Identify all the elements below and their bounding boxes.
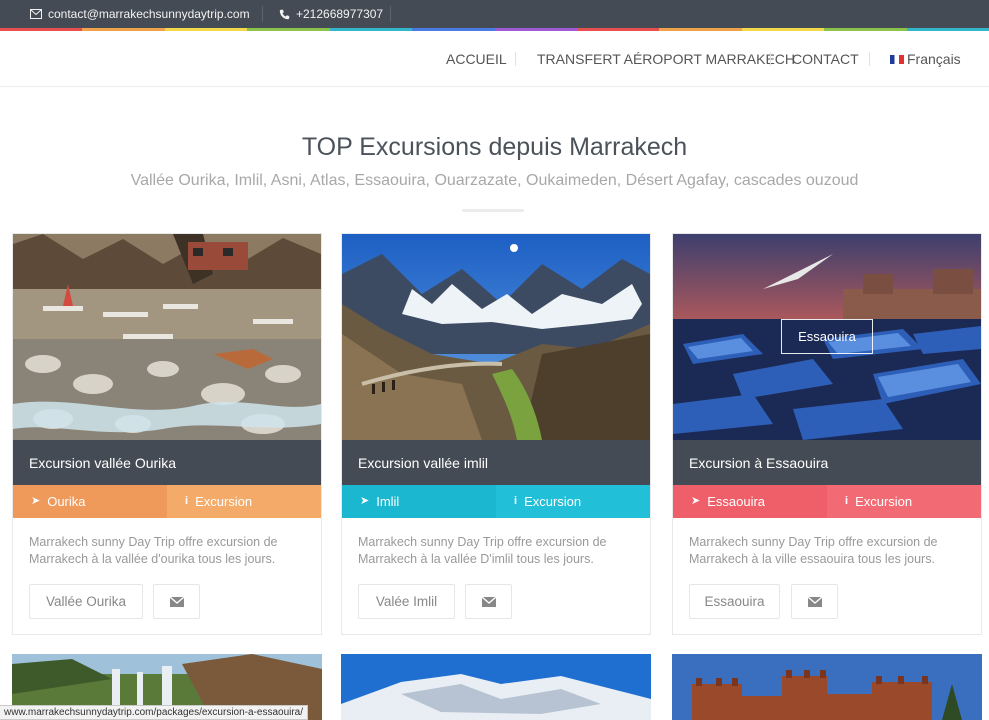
type-label: Excursion <box>855 494 913 509</box>
divider <box>262 6 263 22</box>
ourika-valley-photo[interactable] <box>13 234 321 440</box>
page-subtitle: Vallée Ourika, Imlil, Asni, Atlas, Essao… <box>130 172 859 189</box>
card-title[interactable]: Excursion vallée imlil <box>342 440 650 485</box>
phone-text: +212668977307 <box>296 7 384 21</box>
card-title[interactable]: Excursion à Essaouira <box>673 440 981 485</box>
card-meta: ➤ Ourika i Excursion <box>13 485 321 518</box>
phone-icon <box>279 9 290 19</box>
type-label: Excursion <box>195 494 253 509</box>
type-tag[interactable]: i Excursion <box>496 485 650 518</box>
nav-transfert-aeroport[interactable]: TRANSFERT AÉROPORT MARRAKECH <box>537 51 795 67</box>
excursion-card-imlil: Excursion vallée imlil ➤ Imlil i Excursion… <box>341 233 651 635</box>
envelope-icon <box>481 596 496 607</box>
french-flag-icon <box>890 55 904 64</box>
location-label: Ourika <box>47 494 86 509</box>
nav-accueil[interactable]: ACCUEIL <box>446 51 507 67</box>
card-description: Marrakech sunny Day Trip offre excursion… <box>29 535 278 566</box>
page-title: TOP Excursions depuis Marrakech <box>301 133 688 161</box>
card-title[interactable]: Excursion vallée Ourika <box>13 440 321 485</box>
location-label: Imlil <box>376 494 400 509</box>
location-tag[interactable]: ➤ Essaouira <box>673 485 827 518</box>
top-contact-bar: contact@marrakechsunnydaytrip.com +21266… <box>0 0 989 28</box>
card-description: Marrakech sunny Day Trip offre excursion… <box>689 535 938 566</box>
location-tag[interactable]: ➤ Ourika <box>13 485 167 518</box>
info-icon: i <box>845 495 849 507</box>
essaouira-image-label[interactable]: Essaouira <box>781 319 873 354</box>
imlil-details-button[interactable]: Valée Imlil <box>358 584 455 619</box>
essaouira-details-button[interactable]: Essaouira <box>689 584 780 619</box>
excursion-card-essaouira: Essaouira Excursion à Essaouira ➤ Essaoui… <box>672 233 982 635</box>
location-arrow-icon: ➤ <box>691 495 701 507</box>
browser-status-url: www.marrakechsunnydaytrip.com/packages/e… <box>0 705 309 720</box>
type-label: Excursion <box>524 494 582 509</box>
title-underline <box>462 209 524 212</box>
envelope-icon <box>30 9 42 19</box>
language-label: Français <box>907 51 961 67</box>
type-tag[interactable]: i Excursion <box>827 485 981 518</box>
ourika-details-button[interactable]: Vallée Ourika <box>29 584 143 619</box>
card-meta: ➤ Essaouira i Excursion <box>673 485 981 518</box>
info-icon: i <box>514 495 518 507</box>
kasbah-photo[interactable] <box>672 654 982 720</box>
nav-divider <box>869 52 870 66</box>
phone-contact[interactable]: +212668977307 <box>279 7 383 21</box>
card-description: Marrakech sunny Day Trip offre excursion… <box>358 535 607 566</box>
location-arrow-icon: ➤ <box>31 495 41 507</box>
email-contact[interactable]: contact@marrakechsunnydaytrip.com <box>30 7 250 21</box>
nav-divider <box>515 52 516 66</box>
location-label: Essaouira <box>707 494 766 509</box>
contact-mail-button[interactable] <box>153 584 200 619</box>
imlil-valley-photo[interactable] <box>342 234 650 440</box>
nav-contact[interactable]: CONTACT <box>792 51 859 67</box>
location-arrow-icon: ➤ <box>360 495 370 507</box>
language-switcher[interactable]: Français <box>890 51 961 67</box>
nav-divider <box>770 52 771 66</box>
divider <box>390 6 391 22</box>
main-nav: ACCUEIL TRANSFERT AÉROPORT MARRAKECH CON… <box>0 31 989 87</box>
contact-mail-button[interactable] <box>465 584 512 619</box>
contact-mail-button[interactable] <box>791 584 838 619</box>
type-tag[interactable]: i Excursion <box>167 485 321 518</box>
excursion-card-ourika: Excursion vallée Ourika ➤ Ourika i Excursi… <box>12 233 322 635</box>
location-tag[interactable]: ➤ Imlil <box>342 485 496 518</box>
email-text: contact@marrakechsunnydaytrip.com <box>48 7 250 21</box>
snowy-mountain-photo[interactable] <box>341 654 651 720</box>
envelope-icon <box>807 596 822 607</box>
info-icon: i <box>185 495 189 507</box>
envelope-icon <box>169 596 184 607</box>
card-meta: ➤ Imlil i Excursion <box>342 485 650 518</box>
essaouira-harbor-photo[interactable]: Essaouira <box>673 234 981 440</box>
